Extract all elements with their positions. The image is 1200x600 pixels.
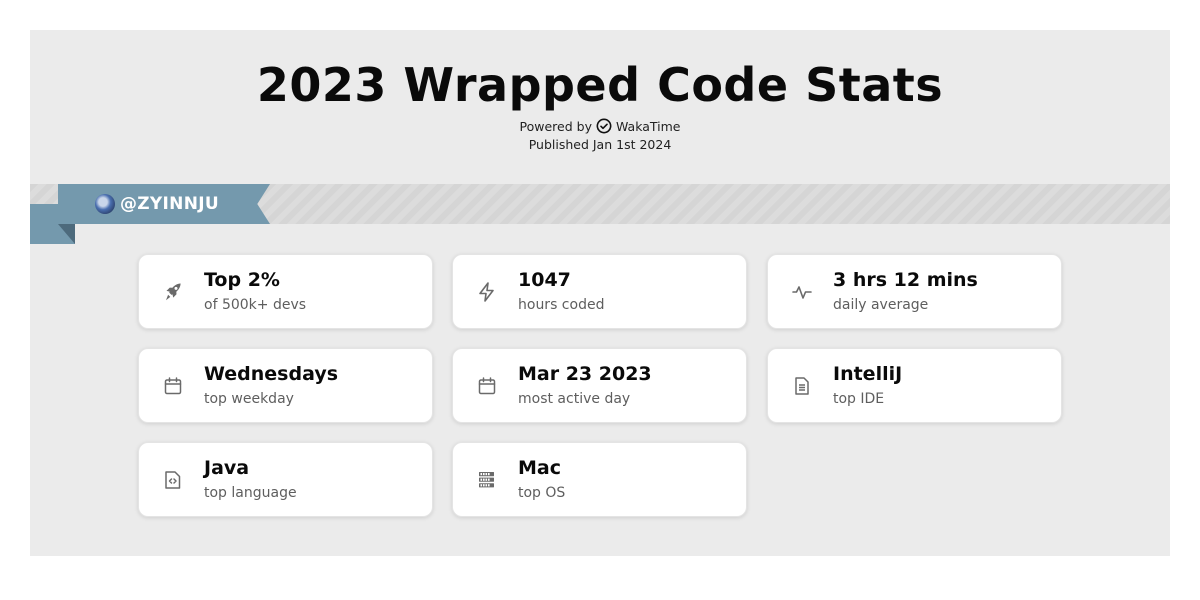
stat-value: Mar 23 2023: [518, 363, 652, 385]
stat-label: top language: [204, 485, 297, 501]
stat-card-hours: 1047 hours coded: [452, 254, 747, 329]
stat-value: IntelliJ: [833, 363, 903, 385]
stat-value: Java: [204, 457, 250, 479]
stat-value: Mac: [518, 457, 561, 479]
stat-value: 3 hrs 12 mins: [833, 269, 978, 291]
user-handle: @ZYINNJU: [120, 194, 219, 214]
wakatime-logo-icon: [596, 118, 612, 134]
published-date: Published Jan 1st 2024: [528, 137, 672, 152]
rocket-icon: [161, 280, 185, 304]
avatar: [95, 194, 115, 214]
stat-card-most-active-day: Mar 23 2023 most active day: [452, 348, 747, 423]
stat-card-top-weekday: Wednesdays top weekday: [138, 348, 433, 423]
code-file-icon: [161, 468, 185, 492]
stat-value: Top 2%: [204, 269, 280, 291]
powered-by: Powered by WakaTime: [30, 118, 1170, 134]
stat-card-top-ide: IntelliJ top IDE: [767, 348, 1062, 423]
stat-label: most active day: [518, 391, 631, 407]
server-icon: [475, 468, 499, 492]
activity-pulse-icon: [790, 280, 814, 304]
stat-label: daily average: [833, 297, 929, 313]
wrapped-panel: 2023 Wrapped Code Stats Powered by WakaT…: [30, 30, 1170, 556]
calendar-icon: [475, 374, 499, 398]
powered-by-prefix: Powered by: [519, 118, 592, 134]
stat-label: top OS: [518, 485, 566, 501]
stat-label: top weekday: [204, 391, 294, 407]
wakatime-link[interactable]: WakaTime: [616, 119, 681, 134]
user-ribbon: @ZYINNJU: [58, 184, 270, 224]
calendar-icon: [161, 374, 185, 398]
stat-label: top IDE: [833, 391, 885, 407]
lightning-bolt-icon: [475, 280, 499, 304]
page-title: 2023 Wrapped Code Stats: [256, 58, 944, 112]
stat-label: hours coded: [518, 297, 605, 313]
stat-value: Wednesdays: [204, 363, 339, 385]
document-icon: [790, 374, 814, 398]
stat-card-top-language: Java top language: [138, 442, 433, 517]
stat-card-top-os: Mac top OS: [452, 442, 747, 517]
stat-card-daily-average: 3 hrs 12 mins daily average: [767, 254, 1062, 329]
stat-card-rank: Top 2% of 500k+ devs: [138, 254, 433, 329]
stat-value: 1047: [518, 269, 571, 291]
stat-label: of 500k+ devs: [204, 297, 307, 313]
